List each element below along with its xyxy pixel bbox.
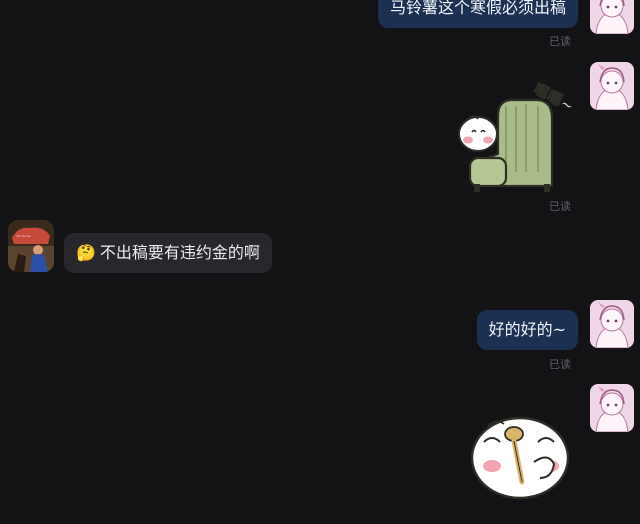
read-receipt: 已读 [549,35,571,48]
outgoing-message-bubble[interactable]: 马铃薯这个寒假必须出稿 [377,0,578,28]
message-text: 好的好的~ [488,320,566,339]
thinking-face-emoji-icon: 🤔 [76,243,96,262]
incoming-message-bubble[interactable]: 🤔 不出稿要有违约金的啊 [64,233,272,273]
ok-sticker[interactable] [468,408,574,504]
message-text: 马铃薯这个寒假必须出稿 [389,0,566,17]
my-avatar[interactable] [590,62,634,110]
read-receipt: 已读 [549,358,571,371]
contact-avatar[interactable]: ~~~ [8,220,54,272]
my-avatar[interactable] [590,384,634,432]
avatar-anime-girl-icon [590,300,634,348]
sofa-sticker[interactable]: 嗯嗯~ [454,74,580,196]
message-text: 不出稿要有违约金的啊 [99,243,260,262]
chat-window[interactable]: 马铃薯这个寒假必须出稿 已读 嗯嗯~ 已读 ~~~ 🤔 不出稿要有违约金的啊 好… [0,0,640,524]
my-avatar[interactable] [590,300,634,348]
avatar-photo-icon: ~~~ [8,220,54,272]
outgoing-message-bubble[interactable]: 好的好的~ [476,310,578,350]
avatar-anime-girl-icon [590,0,634,34]
avatar-anime-girl-icon [590,62,634,110]
read-receipt: 已读 [549,200,571,213]
ok-blob-sticker-icon [470,416,570,500]
svg-text:~~~: ~~~ [16,233,31,240]
my-avatar[interactable] [590,0,634,34]
avatar-anime-girl-icon [590,384,634,432]
